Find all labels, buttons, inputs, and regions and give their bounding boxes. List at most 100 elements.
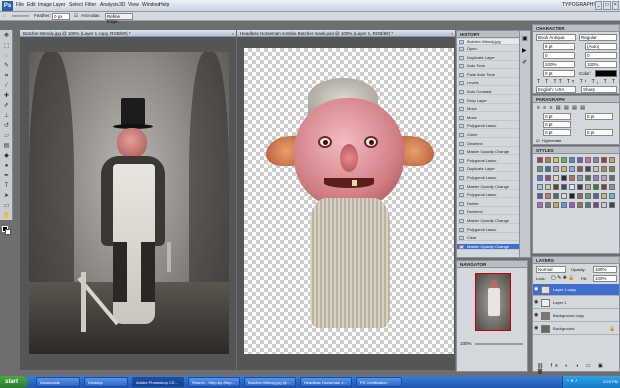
document-title-butcher[interactable]: Butcher-Wendy.jpg @ 100% (Layer 1 copy, … xyxy=(20,30,236,37)
style-swatch[interactable] xyxy=(545,184,551,190)
menu-view[interactable]: View xyxy=(128,2,139,8)
style-swatch[interactable] xyxy=(569,157,575,163)
opacity-input[interactable]: 100% xyxy=(593,266,617,273)
layer-row[interactable]: ◉ Layer 1 xyxy=(533,297,619,309)
font-family-select[interactable]: Book Antiqua xyxy=(536,34,576,41)
style-swatch[interactable] xyxy=(553,166,559,172)
blend-mode-select[interactable]: Normal xyxy=(536,266,566,273)
brush-tool-icon[interactable]: ✐ xyxy=(2,102,11,110)
vertical-scale-input[interactable]: 100% xyxy=(543,61,575,68)
layer-row[interactable]: ◉ Background 🔒 xyxy=(533,323,619,335)
style-swatch[interactable] xyxy=(537,175,543,181)
style-swatch[interactable] xyxy=(553,157,559,163)
menu-image[interactable]: Image xyxy=(38,2,52,8)
style-swatch[interactable] xyxy=(601,166,607,172)
layer-row[interactable]: ◉ Background copy xyxy=(533,310,619,322)
style-swatch[interactable] xyxy=(577,157,583,163)
style-swatch[interactable] xyxy=(537,184,543,190)
menu-help[interactable]: Help xyxy=(159,2,169,8)
horizontal-scale-input[interactable]: 100% xyxy=(585,61,617,68)
dodge-tool-icon[interactable]: ● xyxy=(2,162,11,170)
kerning-input[interactable]: 0 xyxy=(543,52,575,59)
style-swatch[interactable] xyxy=(609,175,615,181)
antialias-select[interactable]: Sharp xyxy=(581,86,617,93)
style-swatch[interactable] xyxy=(561,175,567,181)
style-swatch[interactable] xyxy=(553,175,559,181)
style-swatch[interactable] xyxy=(577,202,583,208)
style-swatch[interactable] xyxy=(593,157,599,163)
antialias-checkbox[interactable]: ☑ xyxy=(74,13,78,19)
menu-edit[interactable]: Edit xyxy=(27,2,36,8)
tray-icons[interactable]: ◔ ◕ ♪ xyxy=(566,378,577,384)
style-swatch[interactable] xyxy=(609,166,615,172)
menu-layer[interactable]: Layer xyxy=(53,2,66,8)
style-swatch[interactable] xyxy=(577,193,583,199)
style-swatch[interactable] xyxy=(553,184,559,190)
style-swatch[interactable] xyxy=(609,202,615,208)
style-swatch[interactable] xyxy=(537,202,543,208)
style-swatch[interactable] xyxy=(545,175,551,181)
style-swatch[interactable] xyxy=(585,157,591,163)
path-select-icon[interactable]: ➤ xyxy=(2,192,11,200)
navigator-tab[interactable]: NAVIGATOR xyxy=(457,261,527,268)
text-style-buttons[interactable]: T T TT Tт T¹ T₁ T T xyxy=(537,79,617,85)
taskbar-item[interactable]: Headless Horseman z... xyxy=(300,377,352,387)
menu-filter[interactable]: Filter xyxy=(85,2,96,8)
style-swatch[interactable] xyxy=(601,175,607,181)
clone-stamp-icon[interactable]: ⊥ xyxy=(2,112,11,120)
taskbar-item[interactable]: Search - Step-by-Step... xyxy=(188,377,240,387)
type-tool-icon[interactable]: T xyxy=(2,182,11,190)
baseline-shift-input[interactable]: 0 pt xyxy=(543,70,575,77)
taskbar-item[interactable]: Butcher-Wendy.jpg @... xyxy=(244,377,296,387)
style-swatch[interactable] xyxy=(569,175,575,181)
layers-tab[interactable]: LAYERS xyxy=(533,257,619,264)
leading-input[interactable]: (Auto) xyxy=(585,43,617,50)
style-swatch[interactable] xyxy=(601,202,607,208)
style-swatch[interactable] xyxy=(609,184,615,190)
menu-select[interactable]: Select xyxy=(69,2,83,8)
style-swatch[interactable] xyxy=(601,193,607,199)
lock-icons[interactable]: ▢ ✎ ✥ 🔒 xyxy=(551,275,575,281)
style-swatch[interactable] xyxy=(545,166,551,172)
taskbar-item[interactable]: PS Certification xyxy=(356,377,402,387)
eyedropper-icon[interactable]: ⁄ xyxy=(2,82,11,90)
layer-row[interactable]: ◉ Layer 1 copy xyxy=(533,284,619,296)
style-swatch[interactable] xyxy=(561,157,567,163)
brush-panel-icon[interactable]: ✐ xyxy=(522,59,527,66)
style-swatch[interactable] xyxy=(585,202,591,208)
workspace-switcher[interactable]: TYPOGRAPHY xyxy=(562,2,597,8)
first-line-indent-input[interactable]: 0 pt xyxy=(543,121,571,128)
style-swatch[interactable] xyxy=(537,157,543,163)
menu-3d[interactable]: 3D xyxy=(119,2,125,8)
space-before-input[interactable]: 0 pt xyxy=(543,129,571,136)
styles-tab[interactable]: STYLES xyxy=(533,147,619,154)
hand-tool-icon[interactable]: ✋ xyxy=(2,212,11,220)
style-swatch[interactable] xyxy=(545,193,551,199)
actions-panel-icon[interactable]: ▶ xyxy=(522,47,527,54)
style-swatch[interactable] xyxy=(545,202,551,208)
style-swatch[interactable] xyxy=(593,184,599,190)
style-swatch[interactable] xyxy=(593,202,599,208)
space-after-input[interactable]: 0 pt xyxy=(585,129,613,136)
style-swatch[interactable] xyxy=(553,202,559,208)
style-swatch[interactable] xyxy=(537,166,543,172)
taskbar-item[interactable]: Downloads xyxy=(36,377,80,387)
gradient-tool-icon[interactable]: ▤ xyxy=(2,142,11,150)
style-swatch[interactable] xyxy=(593,175,599,181)
style-swatch[interactable] xyxy=(585,166,591,172)
fill-input[interactable]: 100% xyxy=(593,275,617,282)
selection-mode-icons[interactable]: ▭▭▭▭ xyxy=(12,13,29,19)
style-swatch[interactable] xyxy=(577,175,583,181)
lasso-tool-icon[interactable]: ◌ xyxy=(3,13,6,18)
eye-icon[interactable]: ◉ xyxy=(534,300,539,305)
indent-left-input[interactable]: 0 pt xyxy=(543,113,571,120)
style-swatch[interactable] xyxy=(577,166,583,172)
pen-tool-icon[interactable]: ✒ xyxy=(2,172,11,180)
hyphenate-checkbox[interactable]: ☑ xyxy=(536,138,540,143)
navigator-preview[interactable] xyxy=(475,273,511,331)
history-panel-icon[interactable]: ▣ xyxy=(522,35,528,42)
healing-brush-icon[interactable]: ✚ xyxy=(2,92,11,100)
navigator-zoom[interactable]: 100% xyxy=(460,341,472,346)
style-swatch[interactable] xyxy=(601,157,607,163)
style-swatch[interactable] xyxy=(545,157,551,163)
